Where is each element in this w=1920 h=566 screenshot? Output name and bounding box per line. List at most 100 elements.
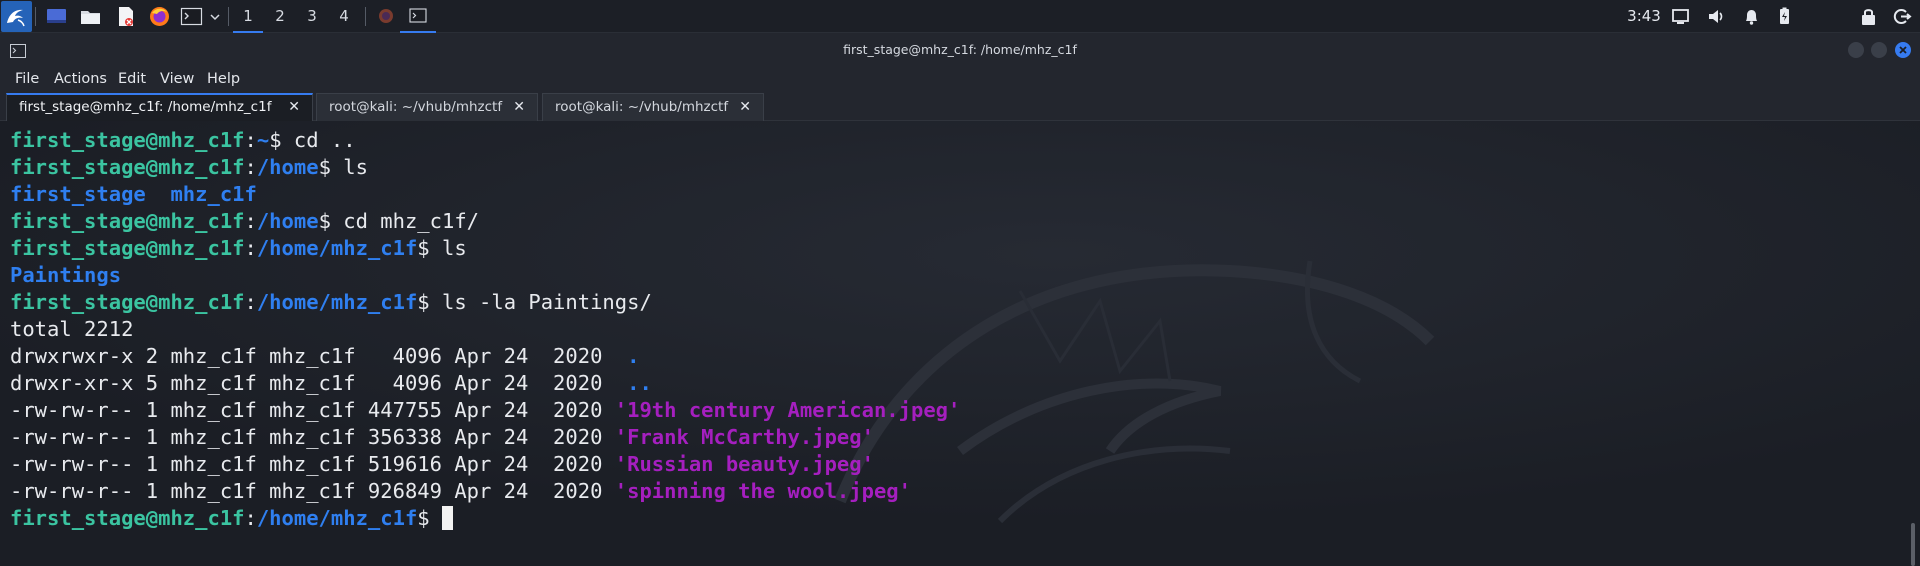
prompt-path: /home [256,209,319,233]
command-text: ls [330,155,368,179]
menu-edit[interactable]: Edit [118,67,146,91]
prompt-separator: : [244,506,257,530]
close-icon [1899,46,1907,54]
top-panel: 1 2 3 4 3:43 [0,0,1920,33]
minimize-button[interactable] [1848,42,1864,58]
file-name: 'Frank McCarthy.jpeg' [614,425,874,449]
tab-root-kali-2[interactable]: root@kali: ~/vhub/mhzctf ✕ [542,93,764,121]
chevron-down-icon[interactable] [208,5,222,28]
maximize-button[interactable] [1871,42,1887,58]
prompt-path: /home [256,155,319,179]
file-name: 'Russian beauty.jpeg' [614,452,874,476]
file-name: '19th century American.jpeg' [614,398,961,422]
prompt-symbol: $ [269,128,282,152]
prompt-user: first_stage@mhz_c1f [10,506,245,530]
output-text: total 2212 [10,317,134,341]
menu-bar: File Actions Edit View Help [0,67,1920,91]
workspace-2[interactable]: 2 [265,0,295,33]
prompt-symbol: $ [417,290,430,314]
menu-view[interactable]: View [160,67,194,91]
command-text: cd mhz_c1f/ [330,209,480,233]
workspace-1[interactable]: 1 [233,0,263,33]
window-titlebar[interactable]: first_stage@mhz_c1f: /home/mhz_c1f [0,33,1920,67]
prompt-separator: : [244,236,257,260]
command-text: ls [429,236,467,260]
terminal-output-line: first_stage mhz_c1f [10,181,960,208]
terminal-output-line: drwxr-xr-x 5 mhz_c1f mhz_c1f 4096 Apr 24… [10,370,960,397]
close-icon[interactable]: ✕ [288,95,300,119]
prompt-symbol: $ [417,506,430,530]
prompt-path: ~ [256,128,270,152]
workspace-3[interactable]: 3 [297,0,327,33]
workspace-4[interactable]: 4 [329,0,359,33]
clock[interactable]: 3:43 [1620,0,1668,33]
prompt-symbol: $ [318,155,331,179]
file-name: 'spinning the wool.jpeg' [614,479,911,503]
prompt-user: first_stage@mhz_c1f [10,236,245,260]
tab-root-kali-1[interactable]: root@kali: ~/vhub/mhzctf ✕ [316,93,538,121]
prompt-path: /home/mhz_c1f [256,236,418,260]
prompt-user: first_stage@mhz_c1f [10,155,245,179]
prompt-symbol: $ [318,209,331,233]
file-metadata: -rw-rw-r-- 1 mhz_c1f mhz_c1f 447755 Apr … [10,398,615,422]
prompt-path: /home/mhz_c1f [256,290,418,314]
taskbar-terminal[interactable] [400,0,436,33]
file-name: . [614,344,640,368]
panel-separator [35,7,36,26]
close-button[interactable] [1895,42,1911,58]
lock-icon[interactable] [1858,6,1879,27]
terminal-prompt-line: first_stage@mhz_c1f:/home$ cd mhz_c1f/ [10,208,960,235]
terminal-prompt-line: first_stage@mhz_c1f:/home/mhz_c1f$ ls [10,235,960,262]
terminal-output-line: -rw-rw-r-- 1 mhz_c1f mhz_c1f 447755 Apr … [10,397,960,424]
prompt-user: first_stage@mhz_c1f [10,290,245,314]
prompt-separator: : [244,290,257,314]
screen-icon[interactable] [1670,6,1691,27]
prompt-separator: : [244,128,257,152]
taskbar-firefox[interactable] [368,0,404,33]
menu-file[interactable]: File [15,67,39,91]
notification-bell-icon[interactable] [1741,6,1762,27]
terminal-prompt-line: first_stage@mhz_c1f:/home$ ls [10,154,960,181]
output-text: Paintings [10,263,122,287]
firefox-icon[interactable] [148,5,171,28]
terminal-icon [409,8,427,23]
tab-label: first_stage@mhz_c1f: /home/mhz_c1f [19,99,272,115]
volume-icon[interactable] [1706,6,1727,27]
desktop-icon[interactable] [45,5,68,28]
menu-actions[interactable]: Actions [54,67,107,91]
tab-first-stage[interactable]: first_stage@mhz_c1f: /home/mhz_c1f ✕ [6,93,313,121]
prompt-user: first_stage@mhz_c1f [10,128,245,152]
file-metadata: -rw-rw-r-- 1 mhz_c1f mhz_c1f 926849 Apr … [10,479,615,503]
prompt-user: first_stage@mhz_c1f [10,209,245,233]
window-title: first_stage@mhz_c1f: /home/mhz_c1f [843,42,1077,57]
prompt-symbol: $ [417,236,430,260]
text-editor-icon[interactable] [114,5,137,28]
terminal-scrollbar[interactable] [1911,523,1915,566]
terminal-output-line: -rw-rw-r-- 1 mhz_c1f mhz_c1f 926849 Apr … [10,478,960,505]
command-text: ls -la Paintings/ [429,290,652,314]
power-icon[interactable] [1892,6,1913,27]
terminal-prompt-line: first_stage@mhz_c1f:~$ cd .. [10,127,960,154]
tab-bar: first_stage@mhz_c1f: /home/mhz_c1f ✕ roo… [0,91,1920,121]
output-text: first_stage mhz_c1f [10,182,257,206]
kali-menu-icon[interactable] [1,1,32,32]
close-icon[interactable]: ✕ [739,94,751,120]
command-text [430,506,442,530]
file-metadata: drwxrwxr-x 2 mhz_c1f mhz_c1f 4096 Apr 24… [10,344,615,368]
terminal-output-line: drwxrwxr-x 2 mhz_c1f mhz_c1f 4096 Apr 24… [10,343,960,370]
terminal-output[interactable]: first_stage@mhz_c1f:~$ cd .. first_stage@… [0,121,1920,566]
terminal-output-line: Paintings [10,262,960,289]
file-manager-icon[interactable] [79,5,102,28]
close-icon[interactable]: ✕ [513,94,525,120]
prompt-separator: : [244,155,257,179]
menu-help[interactable]: Help [207,67,240,91]
terminal-prompt-line: first_stage@mhz_c1f:/home/mhz_c1f$ ls -l… [10,289,960,316]
prompt-separator: : [244,209,257,233]
terminal-output-line: total 2212 [10,316,960,343]
terminal-icon[interactable] [180,5,203,28]
terminal-output-line: -rw-rw-r-- 1 mhz_c1f mhz_c1f 519616 Apr … [10,451,960,478]
panel-separator [228,7,229,26]
desktop: 1 2 3 4 3:43 first_stage@mhz_c1f: /home/… [0,0,1920,566]
battery-icon[interactable] [1774,6,1795,27]
file-metadata: drwxr-xr-x 5 mhz_c1f mhz_c1f 4096 Apr 24… [10,371,615,395]
